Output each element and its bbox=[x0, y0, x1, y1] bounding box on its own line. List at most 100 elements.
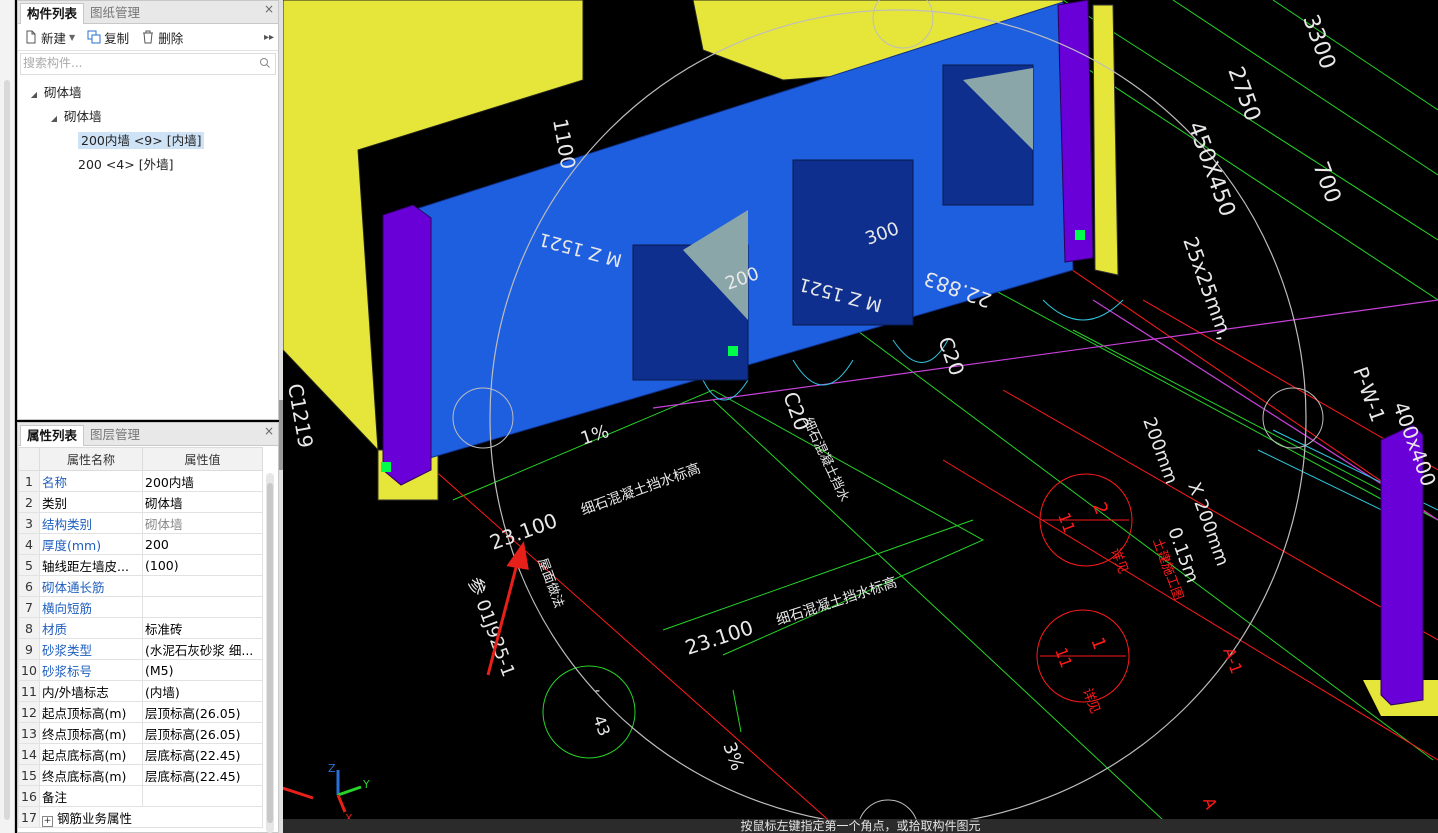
table-row[interactable]: 7 横向短筋 bbox=[18, 596, 263, 618]
tree-item-label: 200内墙 <9> [内墙] bbox=[78, 132, 205, 149]
tree-node-label: 砌体墙 bbox=[63, 109, 102, 124]
left-edge-strip bbox=[0, 0, 15, 833]
purple-column-left[interactable] bbox=[382, 204, 432, 486]
grip-point[interactable] bbox=[1075, 230, 1085, 240]
table-row[interactable]: 16 备注 bbox=[18, 785, 263, 807]
grip-point[interactable] bbox=[381, 462, 391, 472]
viewport-canvas[interactable]: 1100 2750 3300 700 450X450 25x25mm, 22.8… bbox=[283, 0, 1438, 833]
property-value[interactable] bbox=[142, 596, 263, 618]
table-row[interactable]: 17 + 钢筋业务属性 bbox=[18, 806, 263, 828]
table-row[interactable]: 11 内/外墙标志 (内墙) bbox=[18, 680, 263, 702]
property-list-panel: 属性列表 图层管理 × 属性名称 属性值 1 名称 200内墙 2 类别 砌体墙 3 结构… bbox=[17, 422, 279, 833]
property-value[interactable] bbox=[142, 575, 263, 597]
table-row[interactable]: 13 终点顶标高(m) 层顶标高(26.05) bbox=[18, 722, 263, 744]
tab-drawing-management[interactable]: 图纸管理 bbox=[84, 3, 146, 23]
property-value[interactable]: (M5) bbox=[142, 659, 263, 681]
search-input[interactable] bbox=[21, 54, 245, 72]
property-value[interactable]: 层底标高(22.45) bbox=[142, 764, 263, 786]
axis-label-a1: A-1 bbox=[1219, 645, 1246, 676]
tree-node-masonry-wall[interactable]: ◢ 砌体墙 bbox=[18, 105, 278, 129]
table-row[interactable]: 14 起点底标高(m) 层底标高(22.45) bbox=[18, 743, 263, 765]
dropdown-arrow-icon[interactable]: ▼ bbox=[69, 33, 75, 42]
table-row[interactable]: 10 砂浆标号 (M5) bbox=[18, 659, 263, 681]
delete-button-label: 删除 bbox=[158, 30, 184, 46]
tab-component-list[interactable]: 构件列表 bbox=[20, 3, 85, 24]
row-number: 14 bbox=[18, 743, 40, 765]
property-value[interactable] bbox=[142, 785, 263, 807]
command-prompt-status: 按鼠标左键指定第一个角点，或拾取构件图元 bbox=[283, 819, 1438, 833]
table-row[interactable]: 2 类别 砌体墙 bbox=[18, 491, 263, 513]
row-number: 1 bbox=[18, 470, 40, 492]
property-value[interactable]: (内墙) bbox=[142, 680, 263, 702]
more-options-icon[interactable]: ▸▸ bbox=[264, 32, 274, 43]
close-icon[interactable]: × bbox=[264, 424, 274, 438]
property-value[interactable]: 200内墙 bbox=[142, 470, 263, 492]
grip-point[interactable] bbox=[728, 346, 738, 356]
copy-icon bbox=[87, 30, 101, 44]
new-button-label: 新建 bbox=[41, 30, 67, 46]
note-waterstop-b: 细石混凝土挡水标高 bbox=[774, 574, 899, 629]
property-group[interactable]: + 钢筋业务属性 bbox=[39, 806, 263, 828]
search-icon[interactable] bbox=[259, 57, 271, 72]
grade-c20b: C20 bbox=[933, 334, 969, 379]
property-value[interactable]: 层顶标高(26.05) bbox=[142, 701, 263, 723]
note-waterstop-c: 细石混凝土挡水 bbox=[799, 415, 852, 504]
table-row[interactable]: 8 材质 标准砖 bbox=[18, 617, 263, 639]
collapse-caret-icon[interactable]: ◢ bbox=[48, 107, 60, 131]
table-row[interactable]: 1 名称 200内墙 bbox=[18, 470, 263, 492]
table-row[interactable]: 15 终点底标高(m) 层底标高(22.45) bbox=[18, 764, 263, 786]
property-name: 类别 bbox=[39, 491, 143, 513]
header-property-value: 属性值 bbox=[142, 447, 263, 471]
axis-z-label: Z bbox=[328, 762, 336, 775]
dim-700: 700 bbox=[1307, 159, 1345, 207]
property-value[interactable]: 砌体墙 bbox=[142, 512, 263, 534]
property-value[interactable]: 层顶标高(26.05) bbox=[142, 722, 263, 744]
table-row[interactable]: 6 砌体通长筋 bbox=[18, 575, 263, 597]
component-tree: ◢ 砌体墙 ◢ 砌体墙 200内墙 <9> [内墙] 200 <4> [外墙] bbox=[18, 77, 278, 177]
collapse-caret-icon[interactable]: ◢ bbox=[28, 83, 40, 107]
copy-button[interactable]: 复制 bbox=[87, 28, 129, 47]
property-value[interactable]: (水泥石灰砂浆 细... bbox=[142, 638, 263, 660]
scrollbar-thumb[interactable] bbox=[267, 483, 273, 823]
table-row[interactable]: 3 结构类别 砌体墙 bbox=[18, 512, 263, 534]
table-row[interactable]: 4 厚度(mm) 200 bbox=[18, 533, 263, 555]
tree-item-200-inner-wall[interactable]: 200内墙 <9> [内墙] bbox=[18, 129, 278, 153]
row-number: 17 bbox=[18, 806, 40, 828]
property-value[interactable]: 砌体墙 bbox=[142, 491, 263, 513]
property-value[interactable]: 标准砖 bbox=[142, 617, 263, 639]
slope-25: 25x25mm, bbox=[1178, 234, 1238, 344]
tab-layer-management[interactable]: 图层管理 bbox=[84, 425, 146, 445]
tab-property-list[interactable]: 属性列表 bbox=[20, 425, 85, 446]
tree-node-masonry-wall-root[interactable]: ◢ 砌体墙 bbox=[18, 81, 278, 105]
row-number: 5 bbox=[18, 554, 40, 576]
dim-2750: 2750 bbox=[1222, 64, 1265, 125]
circle-dash: - bbox=[595, 683, 600, 699]
new-file-icon bbox=[26, 30, 36, 44]
row-number: 11 bbox=[18, 680, 40, 702]
note-waterstop-a: 细石混凝土挡水标高 bbox=[579, 460, 703, 519]
snap-circle bbox=[1262, 387, 1324, 449]
drawing-viewport[interactable]: 1100 2750 3300 700 450X450 25x25mm, 22.8… bbox=[283, 0, 1438, 833]
label-p-w-1: P-W-1 bbox=[1348, 364, 1390, 426]
tree-item-200-outer-wall[interactable]: 200 <4> [外墙] bbox=[18, 153, 278, 177]
label-c1219: C1219 bbox=[283, 382, 318, 450]
delete-button[interactable]: 删除 bbox=[141, 28, 183, 47]
left-scrollbar[interactable] bbox=[4, 80, 10, 820]
table-row[interactable]: 12 起点顶标高(m) 层顶标高(26.05) bbox=[18, 701, 263, 723]
property-name: 横向短筋 bbox=[39, 596, 143, 618]
row-number: 16 bbox=[18, 785, 40, 807]
property-value[interactable]: 200 bbox=[142, 533, 263, 555]
red-see-a: 详见 bbox=[1107, 546, 1130, 576]
expand-icon[interactable]: + bbox=[42, 815, 53, 827]
axis-label-a: A bbox=[1199, 795, 1221, 812]
table-row[interactable]: 5 轴线距左墙皮... (100) bbox=[18, 554, 263, 576]
new-button[interactable]: 新建 ▼ bbox=[24, 28, 75, 47]
table-row[interactable]: 9 砂浆类型 (水泥石灰砂浆 细... bbox=[18, 638, 263, 660]
property-panel-tabs: 属性列表 图层管理 × bbox=[18, 423, 278, 446]
property-value[interactable]: (100) bbox=[142, 554, 263, 576]
row-number: 4 bbox=[18, 533, 40, 555]
property-scrollbar[interactable] bbox=[266, 473, 274, 833]
property-value[interactable]: 层底标高(22.45) bbox=[142, 743, 263, 765]
close-icon[interactable]: × bbox=[264, 2, 274, 16]
circle-1: 1 bbox=[1086, 635, 1110, 653]
